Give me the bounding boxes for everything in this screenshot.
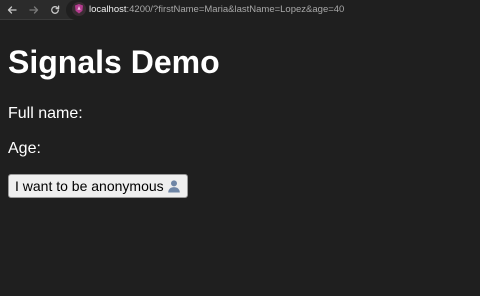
- age-label: Age:: [8, 140, 41, 157]
- page-content: Signals Demo Full name: Age: I want to b…: [0, 20, 480, 296]
- page-title: Signals Demo: [8, 44, 220, 80]
- url-text: localhost:4200/?firstName=Maria&lastName…: [89, 3, 344, 16]
- arrow-left-icon: [4, 5, 20, 15]
- arrow-right-icon: [26, 5, 42, 15]
- url-path-query: :4200/?firstName=Maria&lastName=Lopez&ag…: [126, 4, 345, 15]
- anonymous-button[interactable]: I want to be anonymous: [8, 174, 188, 198]
- browser-toolbar: localhost:4200/?firstName=Maria&lastName…: [0, 0, 480, 20]
- back-button[interactable]: [4, 2, 20, 18]
- reload-icon: [47, 5, 63, 15]
- angular-favicon-icon: [72, 2, 86, 16]
- reload-button[interactable]: [47, 2, 63, 18]
- address-bar[interactable]: localhost:4200/?firstName=Maria&lastName…: [66, 0, 480, 20]
- url-host: localhost: [89, 4, 127, 15]
- full-name-label: Full name:: [8, 105, 83, 122]
- anonymous-button-label: I want to be anonymous: [15, 178, 164, 194]
- forward-button[interactable]: [26, 2, 42, 18]
- bust-in-silhouette-icon: [167, 179, 181, 193]
